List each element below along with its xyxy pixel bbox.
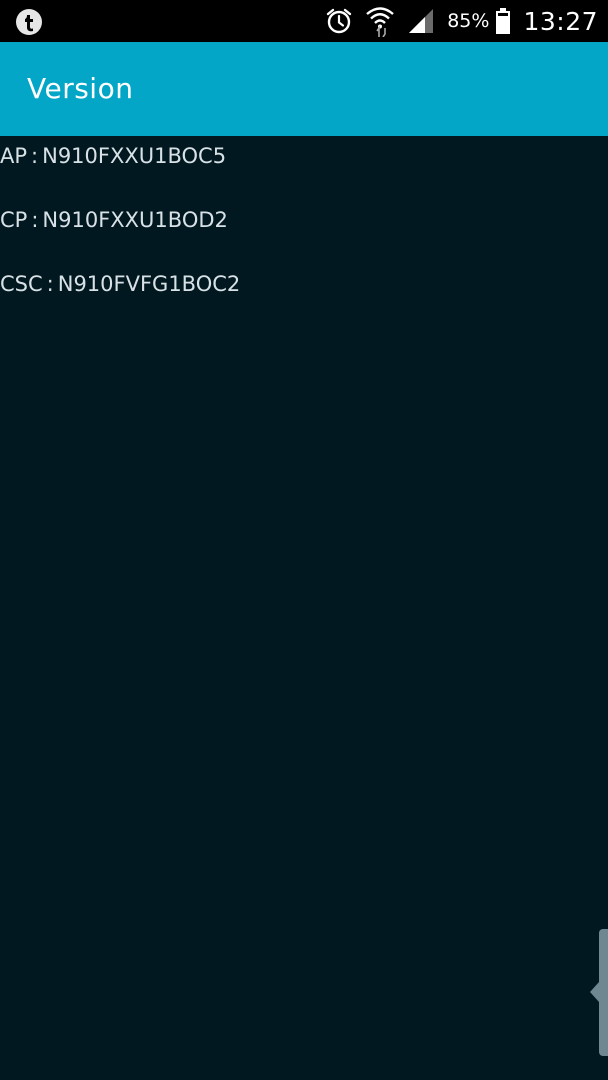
version-row-csc: CSC: N910FVFG1BOC2: [0, 264, 608, 328]
version-label: CSC: [0, 272, 43, 296]
page-title: Version: [27, 72, 134, 105]
version-value: N910FXXU1BOC5: [42, 144, 227, 168]
signal-icon: [409, 9, 434, 33]
battery-icon: [496, 8, 511, 34]
edge-panel-arrow-icon[interactable]: [590, 982, 599, 1002]
battery-percent: 85%: [447, 10, 490, 32]
version-label: AP: [0, 144, 28, 168]
wifi-icon: [366, 7, 394, 37]
version-separator: :: [46, 272, 54, 296]
version-list: AP: N910FXXU1BOC5 CP: N910FXXU1BOD2 CSC: N9…: [0, 136, 608, 328]
version-separator: :: [31, 208, 39, 232]
status-bar: 85% 13:27: [0, 0, 608, 42]
version-separator: :: [31, 144, 39, 168]
version-label: CP: [0, 208, 28, 232]
version-value: N910FVFG1BOC2: [57, 272, 241, 296]
edge-panel-handle[interactable]: [599, 929, 608, 1056]
status-icons: 85% 13:27: [325, 0, 598, 42]
version-value: N910FXXU1BOD2: [42, 208, 228, 232]
alarm-icon: [327, 8, 352, 34]
version-row-cp: CP: N910FXXU1BOD2: [0, 200, 608, 264]
clock: 13:27: [523, 6, 598, 36]
app-bar: Version: [0, 42, 608, 136]
version-row-ap: AP: N910FXXU1BOC5: [0, 136, 608, 200]
tumblr-icon: [16, 9, 42, 35]
